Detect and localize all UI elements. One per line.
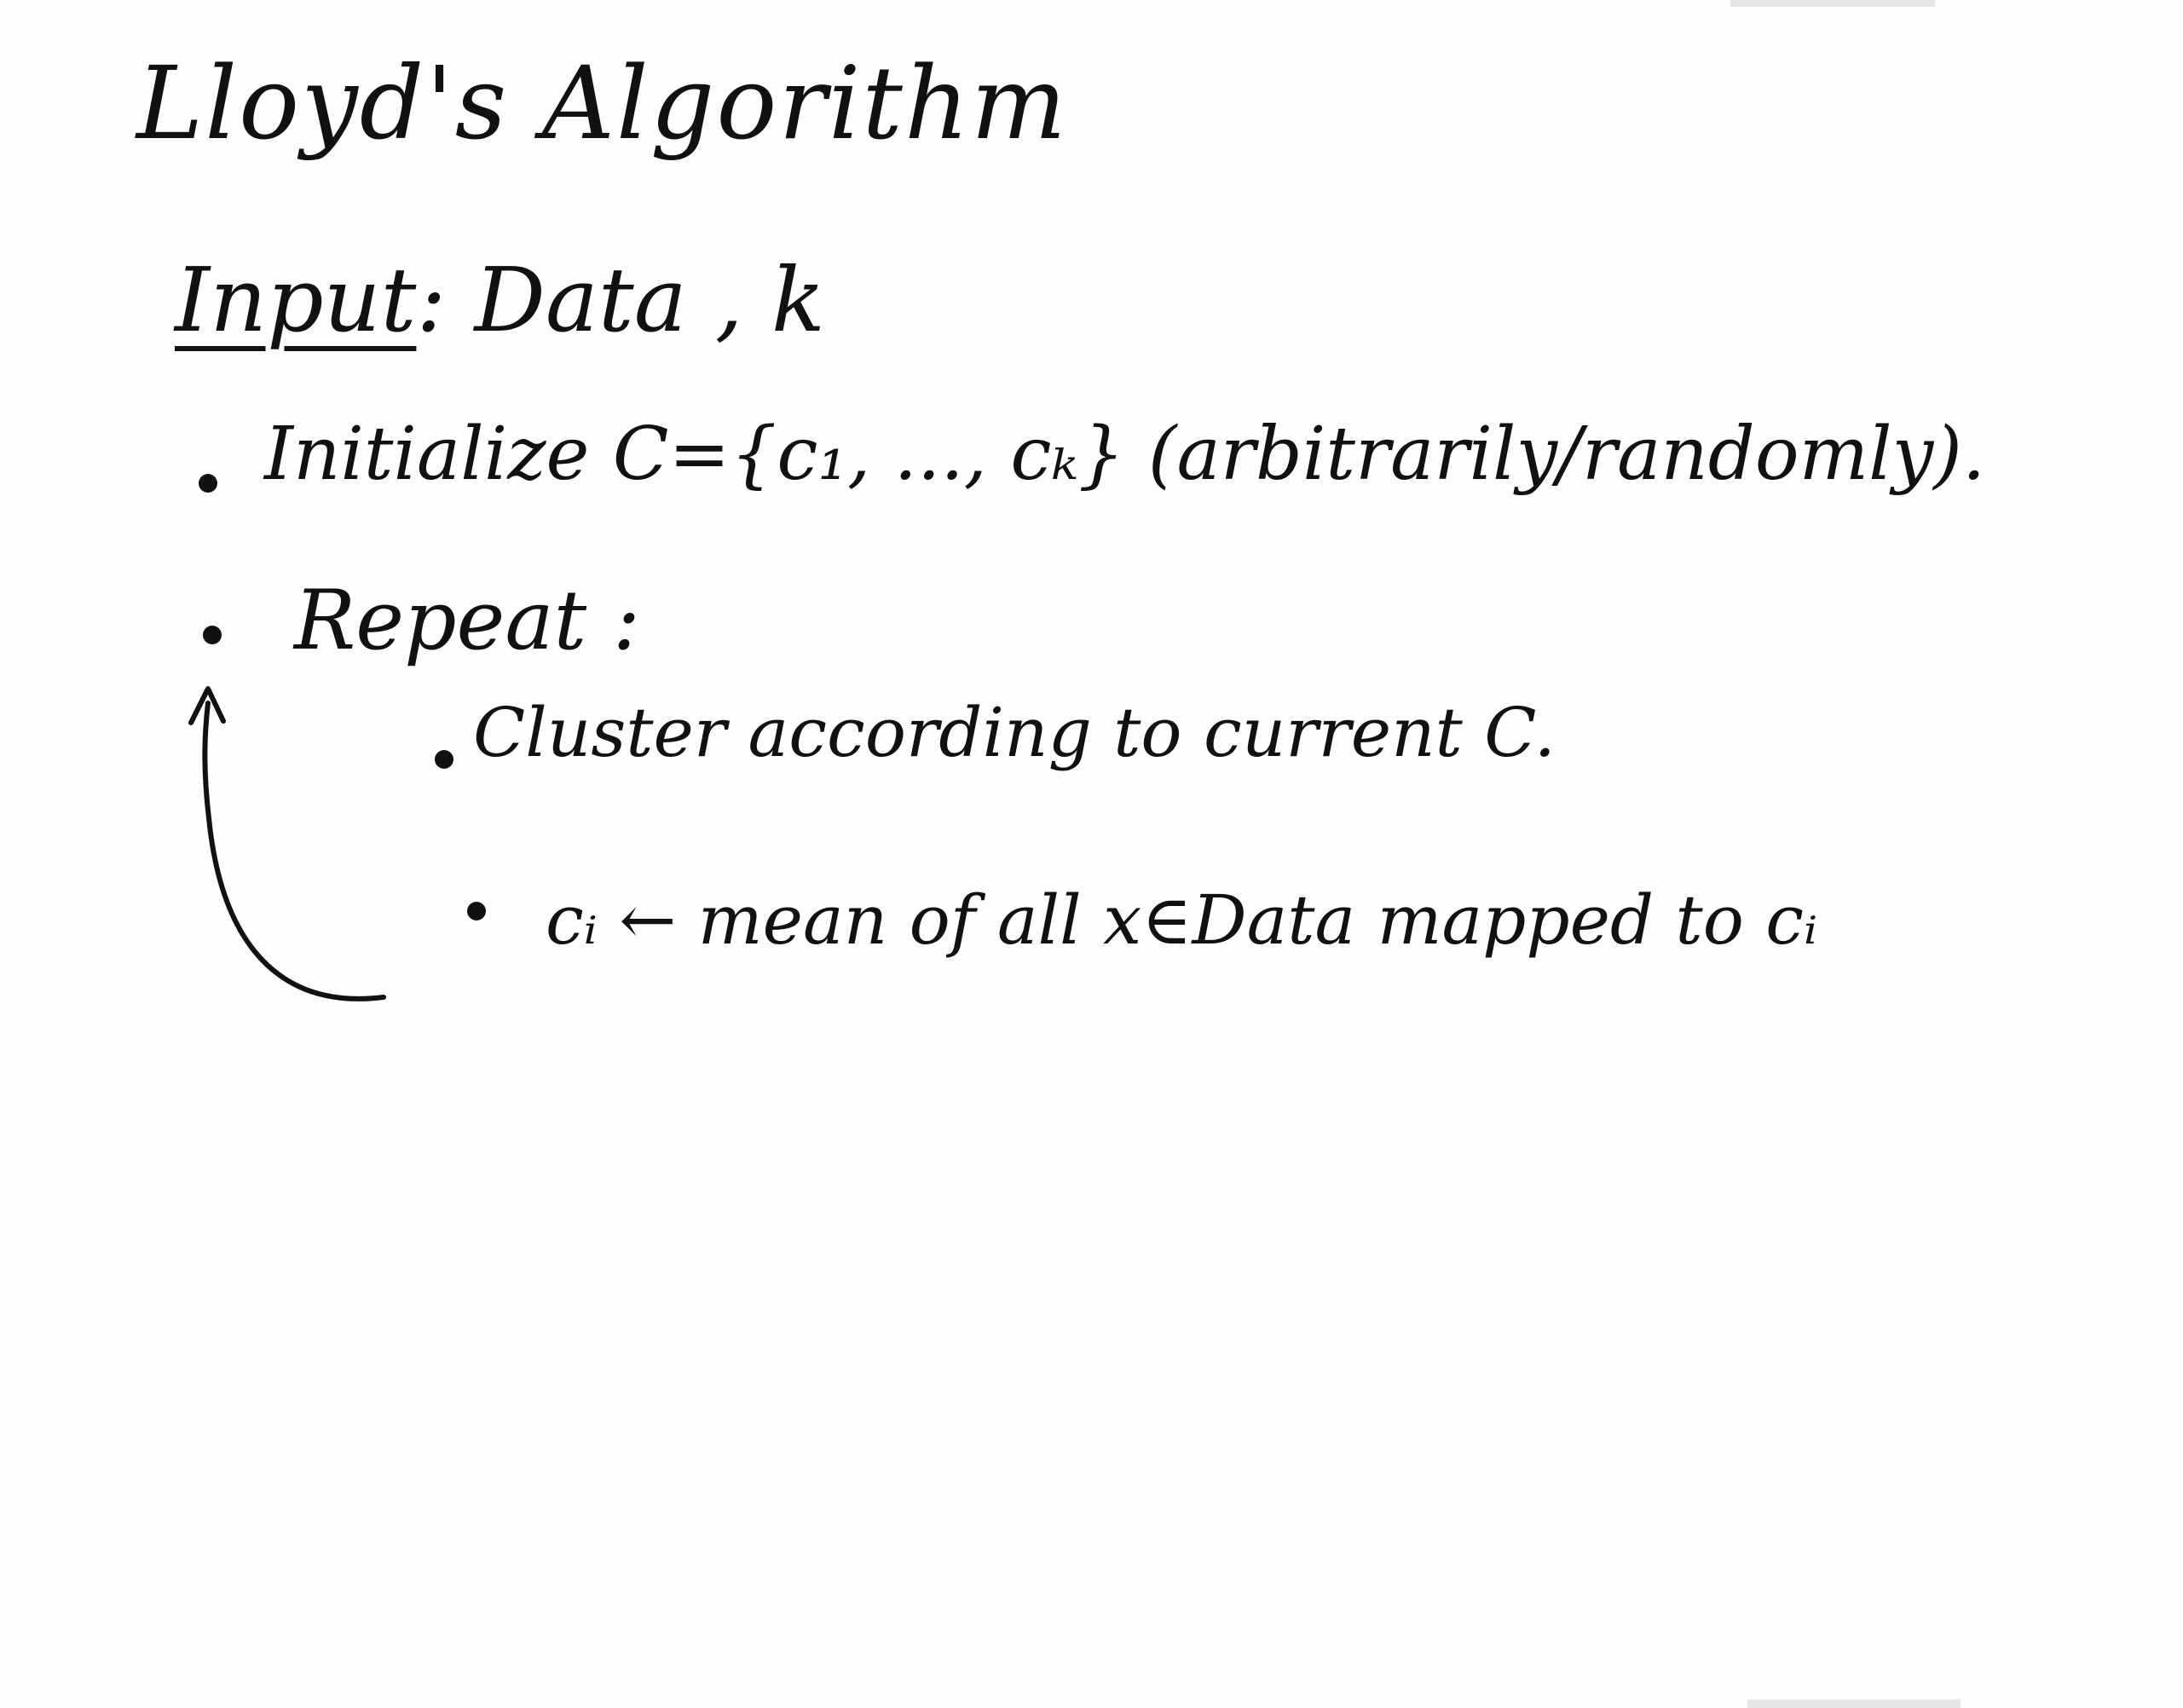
bullet-dot [467, 902, 486, 920]
bottom-edge-mark [1747, 1699, 1961, 1708]
input-label: Input [175, 248, 417, 352]
step-initialize: Initialize C={c₁, ..., cₖ} (arbitrarily/… [264, 412, 1986, 497]
bullet-dot [435, 750, 453, 769]
input-value: : Data , k [416, 248, 825, 352]
top-edge-mark [1730, 0, 1935, 7]
input-line: Input: Data , k [175, 256, 825, 344]
bullet-dot [203, 626, 222, 644]
bullet-dot [199, 474, 217, 493]
board-title: Lloyd's Algorithm [136, 44, 1068, 162]
substep-cluster: Cluster according to current C. [473, 693, 1556, 772]
step-repeat: Repeat : [294, 573, 641, 668]
whiteboard: Lloyd's Algorithm Input: Data , k Initia… [0, 0, 2183, 1708]
substep-update: cᵢ ← mean of all x∈Data mapped to cᵢ [546, 880, 1818, 960]
